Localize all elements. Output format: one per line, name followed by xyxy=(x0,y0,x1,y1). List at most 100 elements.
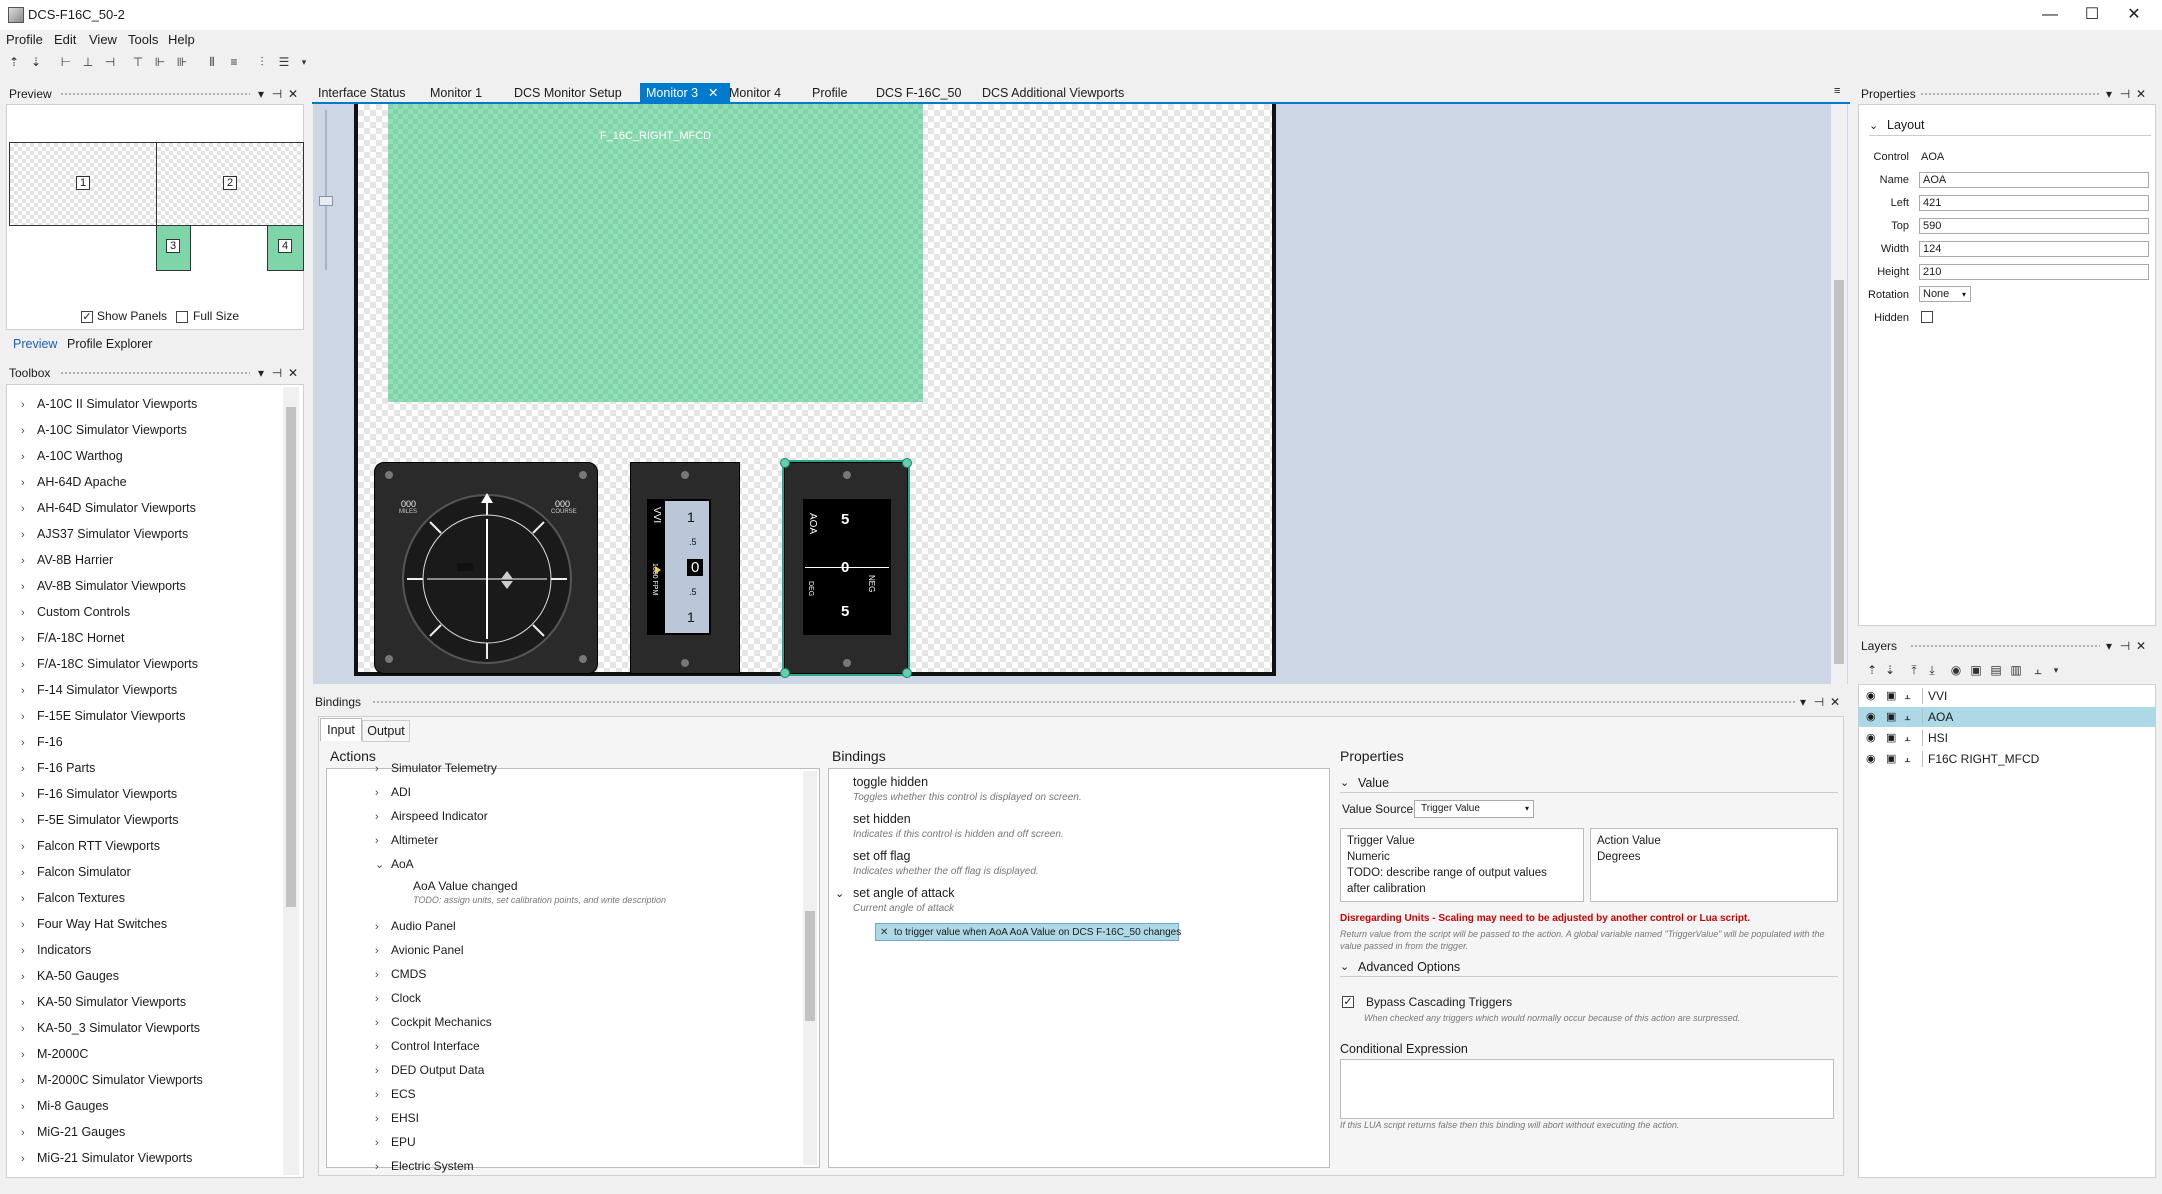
tab-profile-explorer[interactable]: Profile Explorer xyxy=(67,337,152,351)
minimize-button[interactable]: — xyxy=(2030,4,2070,26)
expand-chevron-icon[interactable]: › xyxy=(21,451,37,463)
action-category[interactable]: › Altimeter xyxy=(375,833,438,847)
zoom-slider[interactable] xyxy=(319,110,333,270)
layer-unlock-icon[interactable]: ▥ xyxy=(2008,662,2024,678)
expand-chevron-icon[interactable]: › xyxy=(21,1049,37,1061)
action-category[interactable]: › DED Output Data xyxy=(375,1063,484,1077)
toolbox-item[interactable]: › AJS37 Simulator Viewports xyxy=(21,527,188,541)
visibility-icon[interactable]: ◉ xyxy=(1866,749,1876,769)
layers-close-icon[interactable]: ✕ xyxy=(2134,636,2148,656)
actions-scroll-thumb[interactable] xyxy=(805,911,815,1021)
resize-handle-bl[interactable] xyxy=(780,668,790,678)
rotation-select[interactable]: None ▾ xyxy=(1919,286,1971,302)
binding-item-title[interactable]: set hidden xyxy=(853,812,911,826)
tab-output[interactable]: Output xyxy=(362,720,410,742)
canvas-scrollbar[interactable] xyxy=(1831,104,1847,684)
preview-monitor-4[interactable]: 4 xyxy=(267,225,304,271)
menu-tools[interactable]: Tools xyxy=(128,32,158,47)
toolbox-close-icon[interactable]: ✕ xyxy=(286,363,300,383)
lock-icon[interactable]: ▣ xyxy=(1886,749,1896,769)
layout-chevron-icon[interactable]: ⌄ xyxy=(1869,119,1878,132)
toolbar-overflow-icon[interactable]: ▾ xyxy=(296,54,312,70)
lock-icon[interactable]: ▣ xyxy=(1886,728,1896,748)
hidden-checkbox[interactable] xyxy=(1921,311,1933,323)
expand-chevron-icon[interactable]: ⌄ xyxy=(375,858,391,871)
layer-up-icon[interactable]: ⇡ xyxy=(1864,662,1880,678)
expand-chevron-icon[interactable]: › xyxy=(21,529,37,541)
toolbox-item[interactable]: › F-16 xyxy=(21,735,63,749)
bypass-checkbox[interactable]: ✓ xyxy=(1342,996,1354,1008)
align-center-icon[interactable]: ⊣ xyxy=(102,54,118,70)
toolbox-item[interactable]: › F-15E Simulator Viewports xyxy=(21,709,185,723)
menu-edit[interactable]: Edit xyxy=(54,32,76,47)
tab-dcs-additional-viewports[interactable]: DCS Additional Viewports xyxy=(976,83,1130,103)
preview-close-icon[interactable]: ✕ xyxy=(286,84,300,104)
binding-item-title[interactable]: toggle hidden xyxy=(853,775,928,789)
full-size-checkbox[interactable] xyxy=(176,311,188,323)
toolbox-item[interactable]: › AH-64D Simulator Viewports xyxy=(21,501,196,515)
preview-pin-icon[interactable]: ⊣ xyxy=(270,84,284,104)
action-category[interactable]: › Cockpit Mechanics xyxy=(375,1015,492,1029)
layers-overflow-icon[interactable]: ▾ xyxy=(2048,662,2064,678)
expand-chevron-icon[interactable]: › xyxy=(21,1153,37,1165)
layer-bottom-icon[interactable]: ⤓ xyxy=(1924,662,1940,678)
lock-icon[interactable]: ▣ xyxy=(1886,707,1896,727)
monitor-canvas[interactable]: F_16C_RIGHT_MFCD 000 MILES 000 COURSE VV… xyxy=(313,104,1848,684)
action-category[interactable]: › Airspeed Indicator xyxy=(375,809,488,823)
tab-monitor-4[interactable]: Monitor 4 xyxy=(723,83,787,103)
advanced-chevron-icon[interactable]: ⌄ xyxy=(1340,960,1349,973)
expand-chevron-icon[interactable]: › xyxy=(21,1075,37,1087)
layers-grip[interactable] xyxy=(1910,644,2100,648)
expand-chevron-icon[interactable]: › xyxy=(21,555,37,567)
resize-handle-tr[interactable] xyxy=(902,458,912,468)
tab-dcs-monitor-setup[interactable]: DCS Monitor Setup xyxy=(508,83,628,103)
hsi-gauge[interactable]: 000 MILES 000 COURSE xyxy=(374,462,598,674)
toolbox-item[interactable]: › Falcon Simulator xyxy=(21,865,131,879)
layer-group-icon[interactable]: ⫠ xyxy=(2030,662,2046,678)
toolbox-item[interactable]: › Four Way Hat Switches xyxy=(21,917,167,931)
preview-monitor-3[interactable]: 3 xyxy=(156,225,191,271)
zoom-thumb[interactable] xyxy=(319,196,333,206)
group-icon[interactable]: ⫠ xyxy=(1904,686,1911,706)
properties-close-icon[interactable]: ✕ xyxy=(2134,84,2148,104)
layers-pin-icon[interactable]: ⊣ xyxy=(2118,636,2132,656)
preview-dropdown-icon[interactable]: ▾ xyxy=(254,84,268,104)
action-category[interactable]: › EHSI xyxy=(375,1111,419,1125)
move-forward-icon[interactable]: ⇡ xyxy=(6,54,22,70)
tab-profile[interactable]: Profile xyxy=(806,83,853,103)
toolbox-scrollbar[interactable] xyxy=(283,387,299,1175)
group-icon[interactable]: ⫠ xyxy=(1904,749,1911,769)
property-input[interactable]: 421 xyxy=(1919,195,2149,211)
expand-chevron-icon[interactable]: › xyxy=(21,1023,37,1035)
menu-help[interactable]: Help xyxy=(168,32,195,47)
expand-chevron-icon[interactable]: › xyxy=(21,737,37,749)
property-input[interactable]: 124 xyxy=(1919,241,2149,257)
close-button[interactable]: ✕ xyxy=(2114,4,2154,26)
expand-chevron-icon[interactable]: › xyxy=(375,787,391,799)
expand-chevron-icon[interactable]: › xyxy=(375,1113,391,1125)
action-category[interactable]: › Avionic Panel xyxy=(375,943,464,957)
toolbox-item[interactable]: › MiG-21 Gauges xyxy=(21,1125,125,1139)
action-category[interactable]: › Electric System xyxy=(375,1159,474,1173)
group-icon[interactable]: ⫠ xyxy=(1904,707,1911,727)
bindings-dropdown-icon[interactable]: ▾ xyxy=(1796,692,1810,712)
toolbox-item[interactable]: › AV-8B Simulator Viewports xyxy=(21,579,186,593)
binding-item-title[interactable]: set off flag xyxy=(853,849,910,863)
expand-chevron-icon[interactable]: › xyxy=(375,1089,391,1101)
tab-close-icon[interactable]: ✕ xyxy=(708,83,718,103)
toolbox-pin-icon[interactable]: ⊣ xyxy=(270,363,284,383)
remove-binding-icon[interactable]: ✕ xyxy=(880,924,888,941)
layer-visibility-icon[interactable]: ◉ xyxy=(1948,662,1964,678)
action-category[interactable]: › Audio Panel xyxy=(375,919,456,933)
preview-monitor-2[interactable]: 2 xyxy=(156,142,304,226)
action-category[interactable]: › Simulator Telemetry xyxy=(375,761,497,775)
layer-row[interactable]: ◉ ▣ ⫠ HSI xyxy=(1858,728,2156,748)
expand-chevron-icon[interactable]: › xyxy=(21,503,37,515)
layer-down-icon[interactable]: ⇣ xyxy=(1882,662,1898,678)
tab-monitor-1[interactable]: Monitor 1 xyxy=(424,83,488,103)
toolbox-grip[interactable] xyxy=(60,371,250,375)
resize-handle-tl[interactable] xyxy=(780,458,790,468)
toolbox-item[interactable]: › F-5E Simulator Viewports xyxy=(21,813,179,827)
visibility-icon[interactable]: ◉ xyxy=(1866,707,1876,727)
toolbox-item[interactable]: › F/A-18C Simulator Viewports xyxy=(21,657,198,671)
